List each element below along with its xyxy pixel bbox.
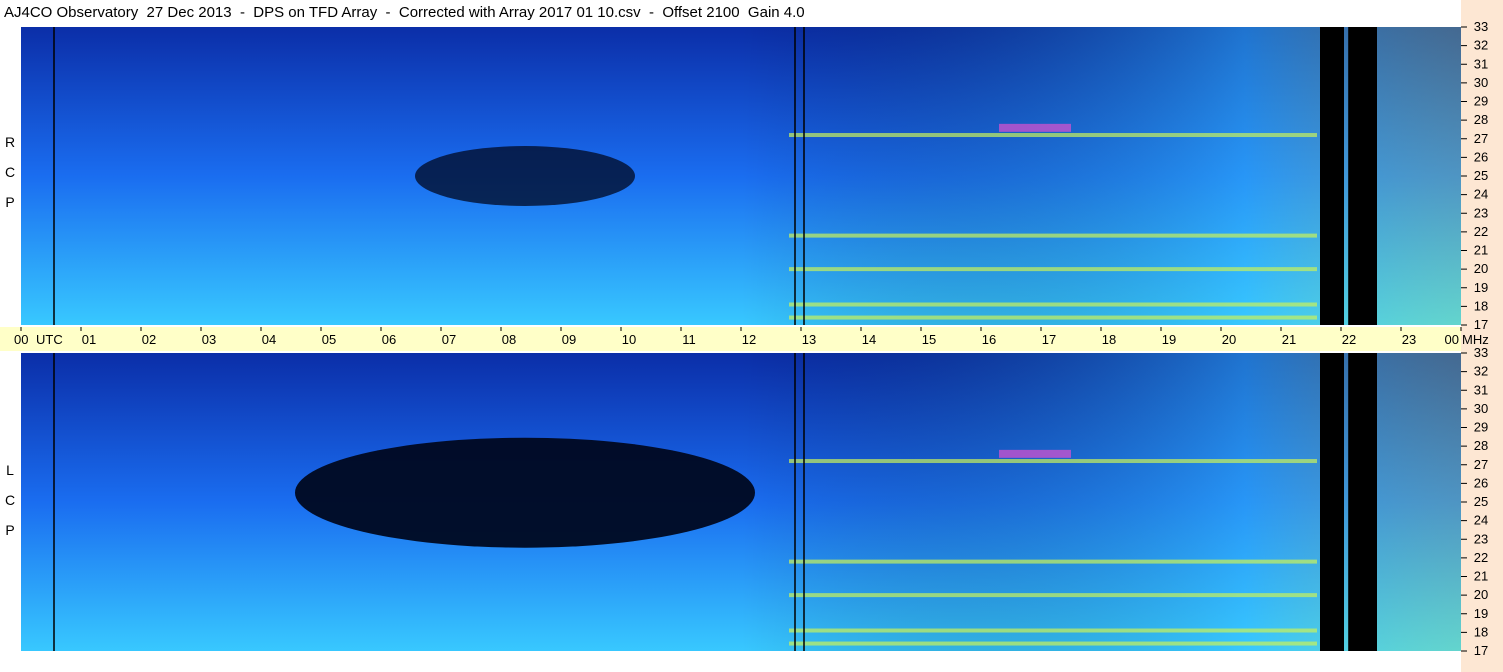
time-tick-label: 23 [1402, 332, 1416, 347]
interference-band [789, 459, 1317, 464]
time-tick-label: 00 [1445, 332, 1459, 347]
interference-band [789, 302, 1317, 307]
time-tick-label: 05 [322, 332, 336, 347]
frequency-tick-label: 30 [1474, 75, 1488, 90]
frequency-tick-label: 21 [1474, 243, 1488, 258]
frequency-tick-label: 29 [1474, 420, 1488, 435]
frequency-tick-label: 24 [1474, 513, 1488, 528]
interference-band [789, 133, 1317, 138]
frequency-tick-label: 29 [1474, 94, 1488, 109]
frequency-tick-label: 31 [1474, 56, 1488, 71]
frequency-tick-label: 19 [1474, 280, 1488, 295]
frequency-tick-label: 27 [1474, 131, 1488, 146]
interference-band [789, 233, 1317, 238]
time-tick-label: 14 [862, 332, 876, 347]
frequency-tick-label: 23 [1474, 531, 1488, 546]
frequency-tick-label: 17 [1474, 317, 1488, 332]
time-tick-label: 17 [1042, 332, 1056, 347]
frequency-tick-label: 32 [1474, 38, 1488, 53]
time-tick-label: 19 [1162, 332, 1176, 347]
data-dropout [1348, 353, 1377, 651]
time-tick-label: 20 [1222, 332, 1236, 347]
interference-band [789, 559, 1317, 564]
time-tick-label: 07 [442, 332, 456, 347]
time-tick-label: 22 [1342, 332, 1356, 347]
mhz-axis-label: MHz [1462, 332, 1489, 347]
frequency-tick-label: 28 [1474, 112, 1488, 127]
interference-band [789, 628, 1317, 633]
time-tick-label: 06 [382, 332, 396, 347]
interference-band [789, 593, 1317, 598]
time-tick-label: 15 [922, 332, 936, 347]
time-tick-label: 00 [14, 332, 28, 347]
frequency-tick-label: 31 [1474, 382, 1488, 397]
time-tick-label: 11 [682, 332, 696, 347]
frequency-tick-label: 21 [1474, 569, 1488, 584]
time-tick-label: 04 [262, 332, 276, 347]
interference-band [789, 641, 1317, 646]
time-tick-label: 09 [562, 332, 576, 347]
interference-peak [999, 449, 1071, 458]
frequency-tick-label: 32 [1474, 364, 1488, 379]
interference-band [789, 267, 1317, 272]
frequency-tick-label: 24 [1474, 187, 1488, 202]
frequency-tick-label: 33 [1474, 19, 1488, 34]
frequency-tick-label: 30 [1474, 401, 1488, 416]
time-tick-label: 02 [142, 332, 156, 347]
frequency-tick-label: 18 [1474, 624, 1488, 639]
frequency-tick-label: 28 [1474, 438, 1488, 453]
panel-daytime-overlay [21, 27, 1461, 325]
time-tick-label: 08 [502, 332, 516, 347]
time-tick-label: 12 [742, 332, 756, 347]
frequency-tick-label: 23 [1474, 205, 1488, 220]
data-dropout [1348, 27, 1377, 325]
data-dropout [1320, 27, 1344, 325]
frequency-tick-label: 22 [1474, 550, 1488, 565]
data-dropout [1320, 353, 1344, 651]
time-tick-label: 16 [982, 332, 996, 347]
time-tick-label: 18 [1102, 332, 1116, 347]
time-tick-label: 13 [802, 332, 816, 347]
spectrogram-chart: 33 32 31 30 29 28 27 26 25 24 23 22 21 20 19 18 17 33 32 31… [14, 19, 1489, 658]
frequency-tick-label: 26 [1474, 475, 1488, 490]
utc-axis-label: UTC [36, 332, 63, 347]
frequency-tick-label: 18 [1474, 298, 1488, 313]
frequency-tick-label: 20 [1474, 261, 1488, 276]
time-tick-label: 03 [202, 332, 216, 347]
frequency-tick-label: 20 [1474, 587, 1488, 602]
frequency-tick-label: 22 [1474, 224, 1488, 239]
absorption-region [295, 437, 755, 548]
time-tick-label: 21 [1282, 332, 1296, 347]
time-tick-label: 10 [622, 332, 636, 347]
interference-peak [999, 123, 1071, 132]
frequency-tick-label: 17 [1474, 643, 1488, 658]
frequency-tick-label: 27 [1474, 457, 1488, 472]
interference-band [789, 315, 1317, 320]
frequency-tick-label: 26 [1474, 149, 1488, 164]
frequency-tick-label: 33 [1474, 345, 1488, 360]
frequency-tick-label: 25 [1474, 494, 1488, 509]
frequency-tick-label: 19 [1474, 606, 1488, 621]
frequency-tick-label: 25 [1474, 168, 1488, 183]
absorption-region [415, 146, 635, 206]
time-tick-label: 01 [82, 332, 96, 347]
